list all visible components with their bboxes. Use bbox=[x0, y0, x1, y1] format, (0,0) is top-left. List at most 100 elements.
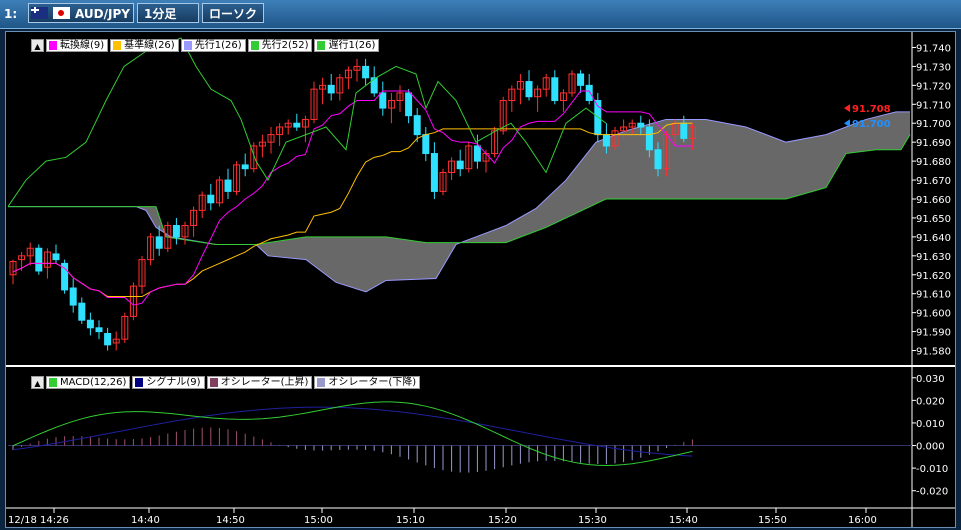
legend-swatch bbox=[317, 378, 326, 387]
candle-body bbox=[585, 84, 593, 102]
legend-label: 先行2(52) bbox=[261, 40, 309, 51]
time-tick-label: 16:00 bbox=[848, 515, 877, 526]
currency-pair-selector[interactable]: AUD/JPY bbox=[28, 3, 134, 23]
price-tick-label: 91.630 bbox=[916, 252, 951, 263]
price-tick-label: 91.740 bbox=[916, 43, 951, 54]
timeframe-selector[interactable]: 1分足 bbox=[137, 3, 199, 23]
candle-body bbox=[69, 287, 77, 306]
price-tick-label: 91.620 bbox=[916, 271, 951, 282]
price-legend-item[interactable]: 転換線(9) bbox=[46, 39, 109, 52]
price-tick-label: 91.720 bbox=[916, 81, 951, 92]
candle-body bbox=[654, 149, 662, 170]
candle-body bbox=[602, 134, 610, 147]
candle-body bbox=[293, 122, 301, 128]
candle-body bbox=[155, 236, 163, 249]
collapse-price-legend-button[interactable]: ▲ bbox=[31, 39, 44, 52]
collapse-macd-legend-button[interactable]: ▲ bbox=[31, 376, 44, 389]
candle-body bbox=[413, 115, 421, 136]
candle-body bbox=[95, 327, 103, 333]
candle-body bbox=[551, 77, 559, 102]
legend-swatch bbox=[209, 378, 218, 387]
candle-body bbox=[86, 319, 94, 329]
legend-swatch bbox=[317, 41, 326, 50]
legend-swatch bbox=[113, 41, 122, 50]
candle-body bbox=[52, 253, 60, 261]
signal-line bbox=[12, 406, 693, 457]
candle-body bbox=[172, 225, 180, 238]
legend-label: 遅行1(26) bbox=[328, 40, 376, 51]
price-tick-label: 91.650 bbox=[916, 214, 951, 225]
legend-swatch bbox=[135, 378, 144, 387]
price-and-macd-chart[interactable]: 91.740 91.730 91.720 91.710 91.700 91.690 91.6… bbox=[6, 32, 955, 527]
price-tick-label: 91.580 bbox=[916, 347, 951, 358]
price-legend-item[interactable]: 先行1(26) bbox=[180, 39, 246, 52]
macd-legend: ▲ MACD(12,26) シグナル(9) オシレーター(上昇) オシレーター(下降) bbox=[31, 376, 421, 389]
australia-flag-icon bbox=[31, 7, 48, 19]
legend-swatch bbox=[250, 41, 259, 50]
price-tick-label: 91.600 bbox=[916, 309, 951, 320]
candle-body bbox=[241, 164, 249, 170]
macd-tick-label: 0.000 bbox=[916, 442, 945, 453]
price-tick-label: 91.670 bbox=[916, 176, 951, 187]
price-tick-label: 91.660 bbox=[916, 195, 951, 206]
price-legend: ▲ 転換線(9) 基準線(26) 先行1(26) 先行2(52) 遅行1(26) bbox=[31, 39, 380, 52]
price-legend-item[interactable]: 基準線(26) bbox=[110, 39, 179, 52]
time-tick-label: 15:30 bbox=[578, 515, 607, 526]
legend-swatch bbox=[183, 41, 192, 50]
candle-body bbox=[422, 134, 430, 155]
chart-area[interactable]: 91.740 91.730 91.720 91.710 91.700 91.690 91.6… bbox=[5, 31, 956, 528]
macd-tick-label: -0.020 bbox=[916, 487, 948, 498]
chart-toolbar: 1: AUD/JPY 1分足 ローソク bbox=[0, 0, 961, 29]
time-tick-label: 15:20 bbox=[488, 515, 517, 526]
chikou-span-line bbox=[7, 37, 607, 207]
candle-body bbox=[645, 126, 653, 151]
candle-body bbox=[637, 122, 645, 128]
macd-tick-label: 0.030 bbox=[916, 374, 945, 385]
candle-body bbox=[379, 92, 387, 109]
ask-price-marker-label: 91.708 bbox=[852, 104, 891, 115]
candle-body bbox=[78, 302, 86, 321]
legend-label: 基準線(26) bbox=[124, 40, 175, 51]
legend-label: 先行1(26) bbox=[194, 40, 242, 51]
legend-label: シグナル(9) bbox=[146, 377, 201, 388]
macd-legend-item[interactable]: シグナル(9) bbox=[132, 376, 205, 389]
candle-body bbox=[525, 81, 533, 98]
macd-legend-item[interactable]: オシレーター(下降) bbox=[314, 376, 421, 389]
price-tick-label: 91.730 bbox=[916, 62, 951, 73]
candle-body bbox=[327, 84, 335, 94]
legend-label: MACD(12,26) bbox=[60, 377, 127, 388]
price-tick-label: 91.590 bbox=[916, 328, 951, 339]
macd-tick-label: 0.020 bbox=[916, 396, 945, 407]
legend-label: オシレーター(上昇) bbox=[220, 377, 309, 388]
window-number: 1: bbox=[4, 7, 18, 21]
legend-swatch bbox=[49, 378, 57, 387]
candle-body bbox=[680, 122, 688, 139]
price-tick-label: 91.690 bbox=[916, 138, 951, 149]
candle-body bbox=[370, 77, 378, 94]
japan-flag-icon bbox=[53, 7, 70, 19]
macd-line bbox=[12, 401, 693, 466]
candle-body bbox=[577, 73, 585, 86]
time-tick-label: 15:50 bbox=[758, 515, 787, 526]
price-tick-label: 91.700 bbox=[916, 119, 951, 130]
macd-legend-item[interactable]: MACD(12,26) bbox=[46, 376, 131, 389]
chart-type-selector[interactable]: ローソク bbox=[202, 3, 264, 23]
price-legend-item[interactable]: 遅行1(26) bbox=[314, 39, 380, 52]
macd-legend-item[interactable]: オシレーター(上昇) bbox=[206, 376, 313, 389]
time-tick-label: 14:40 bbox=[131, 515, 160, 526]
price-tick-label: 91.610 bbox=[916, 290, 951, 301]
legend-swatch bbox=[49, 41, 57, 50]
candle-body bbox=[473, 145, 481, 162]
candle-body bbox=[405, 92, 413, 117]
ask-price-marker-arrow bbox=[844, 104, 850, 113]
time-tick-label: 15:00 bbox=[304, 515, 333, 526]
legend-label: 転換線(9) bbox=[60, 40, 105, 51]
time-tick-label: 15:10 bbox=[396, 515, 425, 526]
currency-pair-label: AUD/JPY bbox=[75, 7, 130, 21]
price-legend-item[interactable]: 先行2(52) bbox=[247, 39, 313, 52]
candle-body bbox=[430, 153, 438, 192]
price-tick-label: 91.710 bbox=[916, 100, 951, 111]
macd-tick-label: 0.010 bbox=[916, 419, 945, 430]
bid-price-marker-arrow bbox=[844, 119, 850, 128]
price-tick-label: 91.640 bbox=[916, 233, 951, 244]
